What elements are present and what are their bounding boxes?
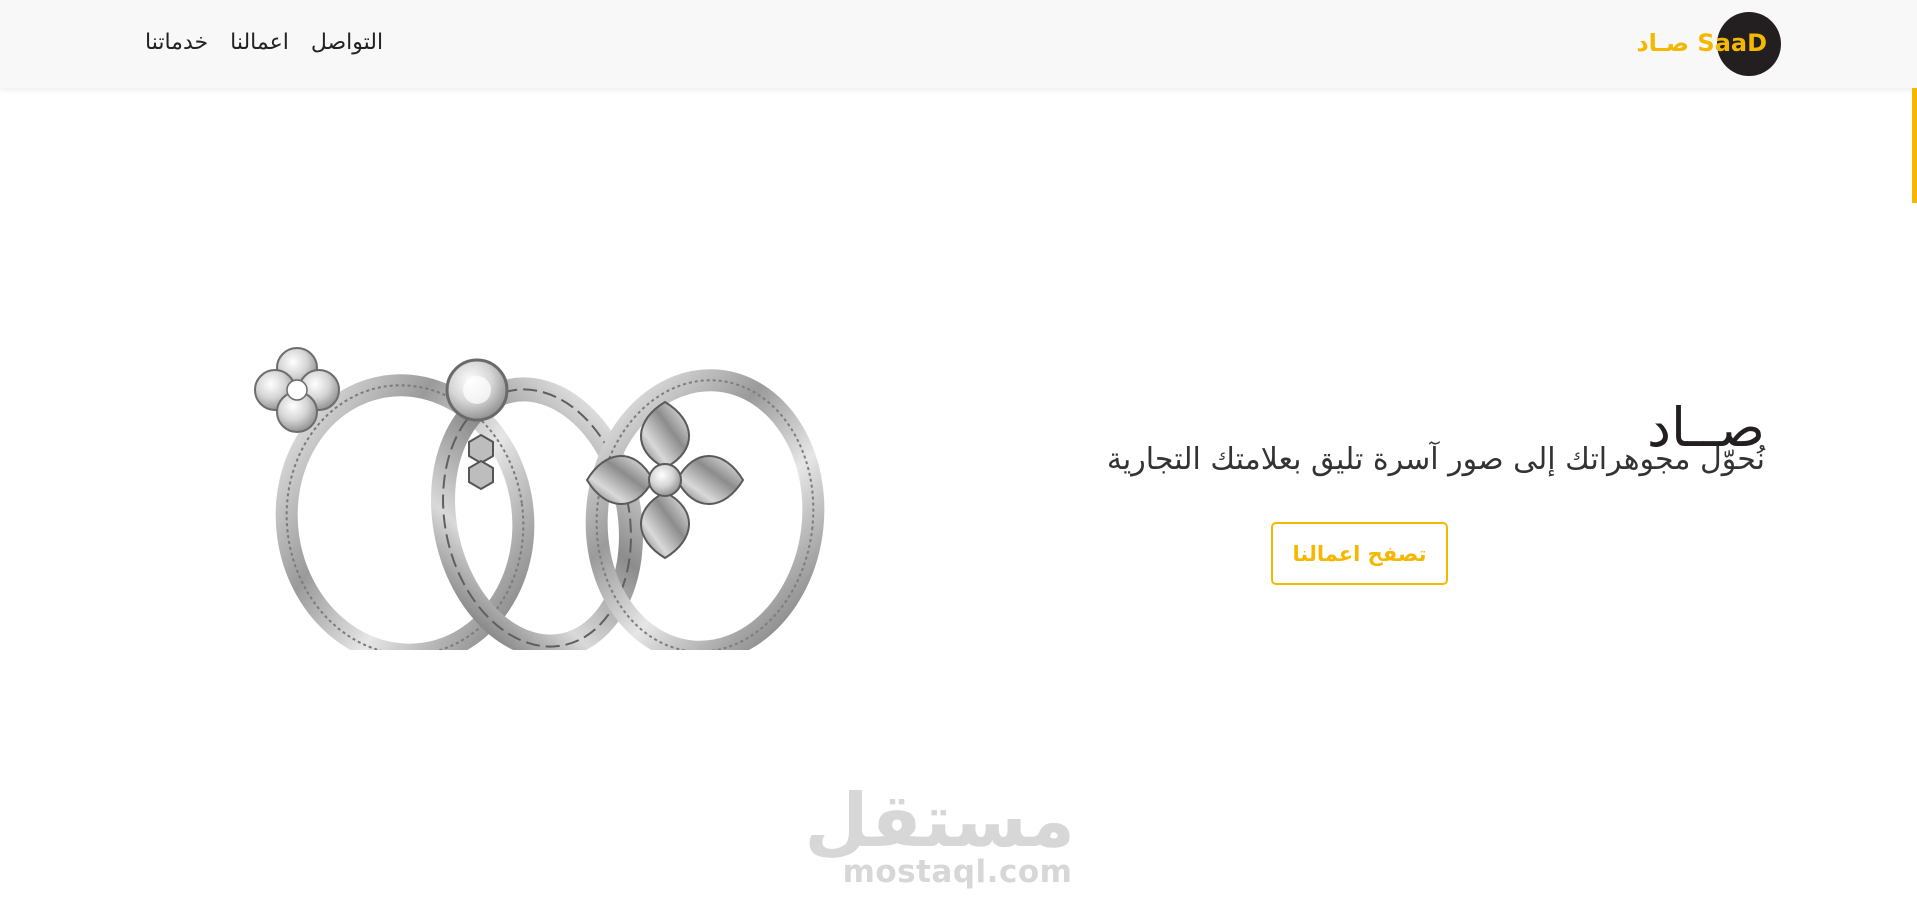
nav-links: خدماتنا اعمالنا التواصل bbox=[145, 26, 383, 60]
watermark-latin: mostaql.com bbox=[842, 854, 1073, 890]
hero-subtitle: نُحوّل مجوهراتك إلى صور آسرة تليق بعلامت… bbox=[1106, 442, 1765, 477]
nav-link-contact[interactable]: التواصل bbox=[311, 26, 383, 60]
watermark-arabic: مستقل bbox=[804, 778, 1075, 864]
rings-image bbox=[254, 347, 825, 650]
top-navbar: خدماتنا اعمالنا التواصل صـاد SaaD bbox=[0, 0, 1917, 88]
brand-name: صـاد SaaD bbox=[1636, 29, 1767, 57]
mostaql-watermark: مستقل mostaql.com bbox=[804, 778, 1075, 890]
nav-link-services[interactable]: خدماتنا bbox=[145, 26, 208, 60]
brand-logo[interactable]: صـاد SaaD bbox=[1636, 12, 1781, 76]
scroll-indicator[interactable] bbox=[1912, 88, 1917, 203]
nav-link-works[interactable]: اعمالنا bbox=[230, 26, 289, 60]
browse-works-button[interactable]: تصفح اعمالنا bbox=[1271, 522, 1448, 585]
